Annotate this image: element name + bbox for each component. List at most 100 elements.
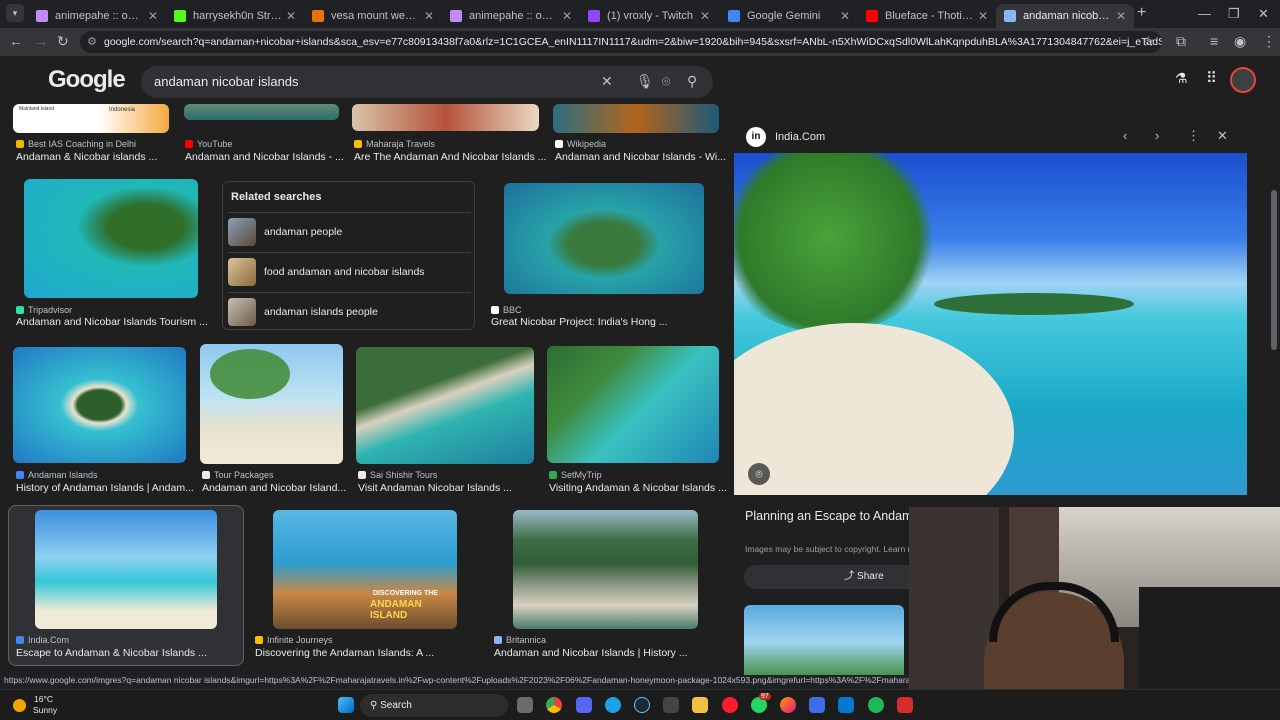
edge-icon[interactable] (605, 697, 621, 713)
weather-temp[interactable]: 16°C (34, 694, 53, 704)
weather-label[interactable]: Sunny (33, 705, 57, 715)
media-player-icon[interactable] (809, 697, 825, 713)
prev-icon[interactable]: ‹ (1123, 128, 1127, 143)
result-source[interactable]: Wikipedia (555, 139, 606, 149)
result-source[interactable]: YouTube (185, 139, 232, 149)
taskbar-search[interactable]: ⚲ Search (360, 694, 508, 717)
result-thumb[interactable] (553, 104, 719, 133)
result-source[interactable]: Tour Packages (202, 470, 274, 480)
result-source[interactable]: Best IAS Coaching in Delhi (16, 139, 136, 149)
chrome-icon[interactable] (546, 697, 562, 713)
result-caption[interactable]: Andaman and Nicobar Islands - ... (185, 151, 344, 163)
search-input[interactable]: andaman nicobar islands (154, 74, 299, 89)
menu-icon[interactable]: ⋮ (1262, 33, 1276, 50)
tab-close-icon[interactable]: ✕ (700, 9, 710, 23)
account-avatar[interactable] (1230, 67, 1256, 93)
clear-icon[interactable]: ✕ (601, 73, 613, 90)
tab[interactable]: Blueface - Thotiana Rem ✕ (858, 4, 996, 28)
result-caption[interactable]: Visit Andaman Nicobar Islands ... (358, 482, 512, 494)
taskview-icon[interactable] (517, 697, 533, 713)
spotify-icon[interactable] (868, 697, 884, 713)
result-caption[interactable]: Great Nicobar Project: India's Hong ... (491, 316, 668, 328)
result-source[interactable]: Britannica (494, 635, 546, 645)
tab[interactable]: vesa mount webcam / lig ✕ (304, 4, 442, 28)
site-info-icon[interactable]: ⚙ (87, 31, 97, 53)
vscode-icon[interactable] (838, 697, 854, 713)
related-image-thumb[interactable] (744, 605, 904, 680)
close-panel-icon[interactable]: ✕ (1217, 128, 1228, 144)
result-caption[interactable]: Andaman and Nicobar Islands - Wi... (555, 151, 726, 163)
tab[interactable]: (1) vroxly - Twitch ✕ (580, 4, 718, 28)
result-caption[interactable]: Discovering the Andaman Islands: A ... (255, 647, 434, 659)
maximize-icon[interactable]: ❐ (1228, 6, 1240, 22)
profile-icon[interactable]: ◉ (1234, 33, 1246, 50)
back-icon[interactable]: ← (9, 33, 23, 49)
opera-icon[interactable] (722, 697, 738, 713)
tab-close-icon[interactable]: ✕ (562, 9, 572, 23)
result-source[interactable]: Andaman Islands (16, 470, 98, 480)
result-source[interactable]: Maharaja Travels (354, 139, 435, 149)
steam-icon[interactable] (634, 697, 650, 713)
tab-close-icon[interactable]: ✕ (286, 9, 296, 23)
related-item[interactable]: andaman people (228, 212, 471, 250)
google-logo[interactable]: Google (48, 66, 126, 94)
apps-grid-icon[interactable]: ⠿ (1206, 69, 1217, 87)
tab-search-button[interactable]: ▾ (6, 4, 24, 22)
minimize-icon[interactable]: — (1198, 6, 1211, 21)
search-box[interactable]: andaman nicobar islands ✕ 🎙 ⌾ ⚲ (141, 66, 713, 98)
discord-icon[interactable] (576, 697, 592, 713)
result-caption[interactable]: Are The Andaman And Nicobar Islands ... (354, 151, 546, 163)
tab[interactable]: animepahe :: okay-ish an ✕ (28, 4, 166, 28)
tab-close-icon[interactable]: ✕ (978, 9, 988, 23)
result-caption[interactable]: Andaman & Nicobar islands ... (16, 151, 157, 163)
more-options-icon[interactable]: ⋮ (1187, 128, 1200, 144)
next-icon[interactable]: › (1155, 128, 1159, 143)
site-name[interactable]: India.Com (775, 131, 825, 143)
reload-icon[interactable]: ↻ (57, 33, 69, 50)
app-icon[interactable] (663, 697, 679, 713)
lens-icon[interactable]: ⌾ (662, 73, 670, 90)
close-window-icon[interactable]: ✕ (1258, 6, 1269, 22)
extensions-icon[interactable]: ⧉ (1176, 33, 1186, 50)
page-scrollbar[interactable] (1271, 190, 1277, 350)
mic-icon[interactable]: 🎙 (636, 73, 654, 90)
bookmark-star-icon[interactable]: ☆ (1142, 33, 1155, 50)
preview-image[interactable]: ⌾ (734, 153, 1247, 495)
result-caption[interactable]: Visiting Andaman & Nicobar Islands ... (549, 482, 727, 494)
weather-sun-icon[interactable] (13, 699, 26, 712)
tab-close-icon[interactable]: ✕ (840, 9, 850, 23)
result-source[interactable]: BBC (491, 305, 522, 315)
start-icon[interactable] (338, 697, 354, 713)
result-caption[interactable]: History of Andaman Islands | Andam... (16, 482, 194, 494)
lens-search-icon[interactable]: ⌾ (748, 463, 770, 485)
result-caption[interactable]: Andaman and Nicobar Islands | History ..… (494, 647, 688, 659)
result-thumb[interactable] (200, 344, 343, 464)
result-thumb[interactable] (513, 510, 698, 629)
tab[interactable]: harrysekh0n Stream - Wa ✕ (166, 4, 304, 28)
tab[interactable]: animepahe :: okay-ish an ✕ (442, 4, 580, 28)
result-thumb[interactable] (184, 104, 339, 120)
result-source[interactable]: Infinite Journeys (255, 635, 333, 645)
tab-close-icon[interactable]: ✕ (424, 9, 434, 23)
result-thumb[interactable]: DISCOVERING THE ANDAMAN ISLAND (273, 510, 457, 629)
forward-icon[interactable]: → (34, 33, 48, 49)
result-caption[interactable]: Escape to Andaman & Nicobar Islands ... (16, 647, 207, 659)
result-thumb[interactable] (547, 346, 719, 463)
media-icon[interactable]: ≡ (1210, 33, 1218, 49)
file-explorer-icon[interactable] (692, 697, 708, 713)
result-thumb[interactable] (352, 104, 539, 131)
tab-close-icon[interactable]: ✕ (1116, 9, 1126, 23)
address-bar[interactable]: ⚙ google.com/search?q=andaman+nicobar+is… (80, 31, 1162, 53)
result-thumb[interactable] (504, 183, 704, 294)
result-thumb[interactable] (356, 347, 534, 464)
app-red-icon[interactable] (897, 697, 913, 713)
result-thumb[interactable] (13, 347, 186, 463)
firefox-icon[interactable] (780, 697, 796, 713)
result-caption[interactable]: Andaman and Nicobar Islands Tourism ... (16, 316, 208, 328)
tab[interactable]: Google Gemini ✕ (720, 4, 858, 28)
result-source[interactable]: India.Com (16, 635, 69, 645)
labs-flask-icon[interactable]: ⚗ (1175, 70, 1188, 87)
tab-close-icon[interactable]: ✕ (148, 9, 158, 23)
result-source[interactable]: SetMyTrip (549, 470, 602, 480)
result-caption[interactable]: Andaman and Nicobar Island... (202, 482, 346, 494)
